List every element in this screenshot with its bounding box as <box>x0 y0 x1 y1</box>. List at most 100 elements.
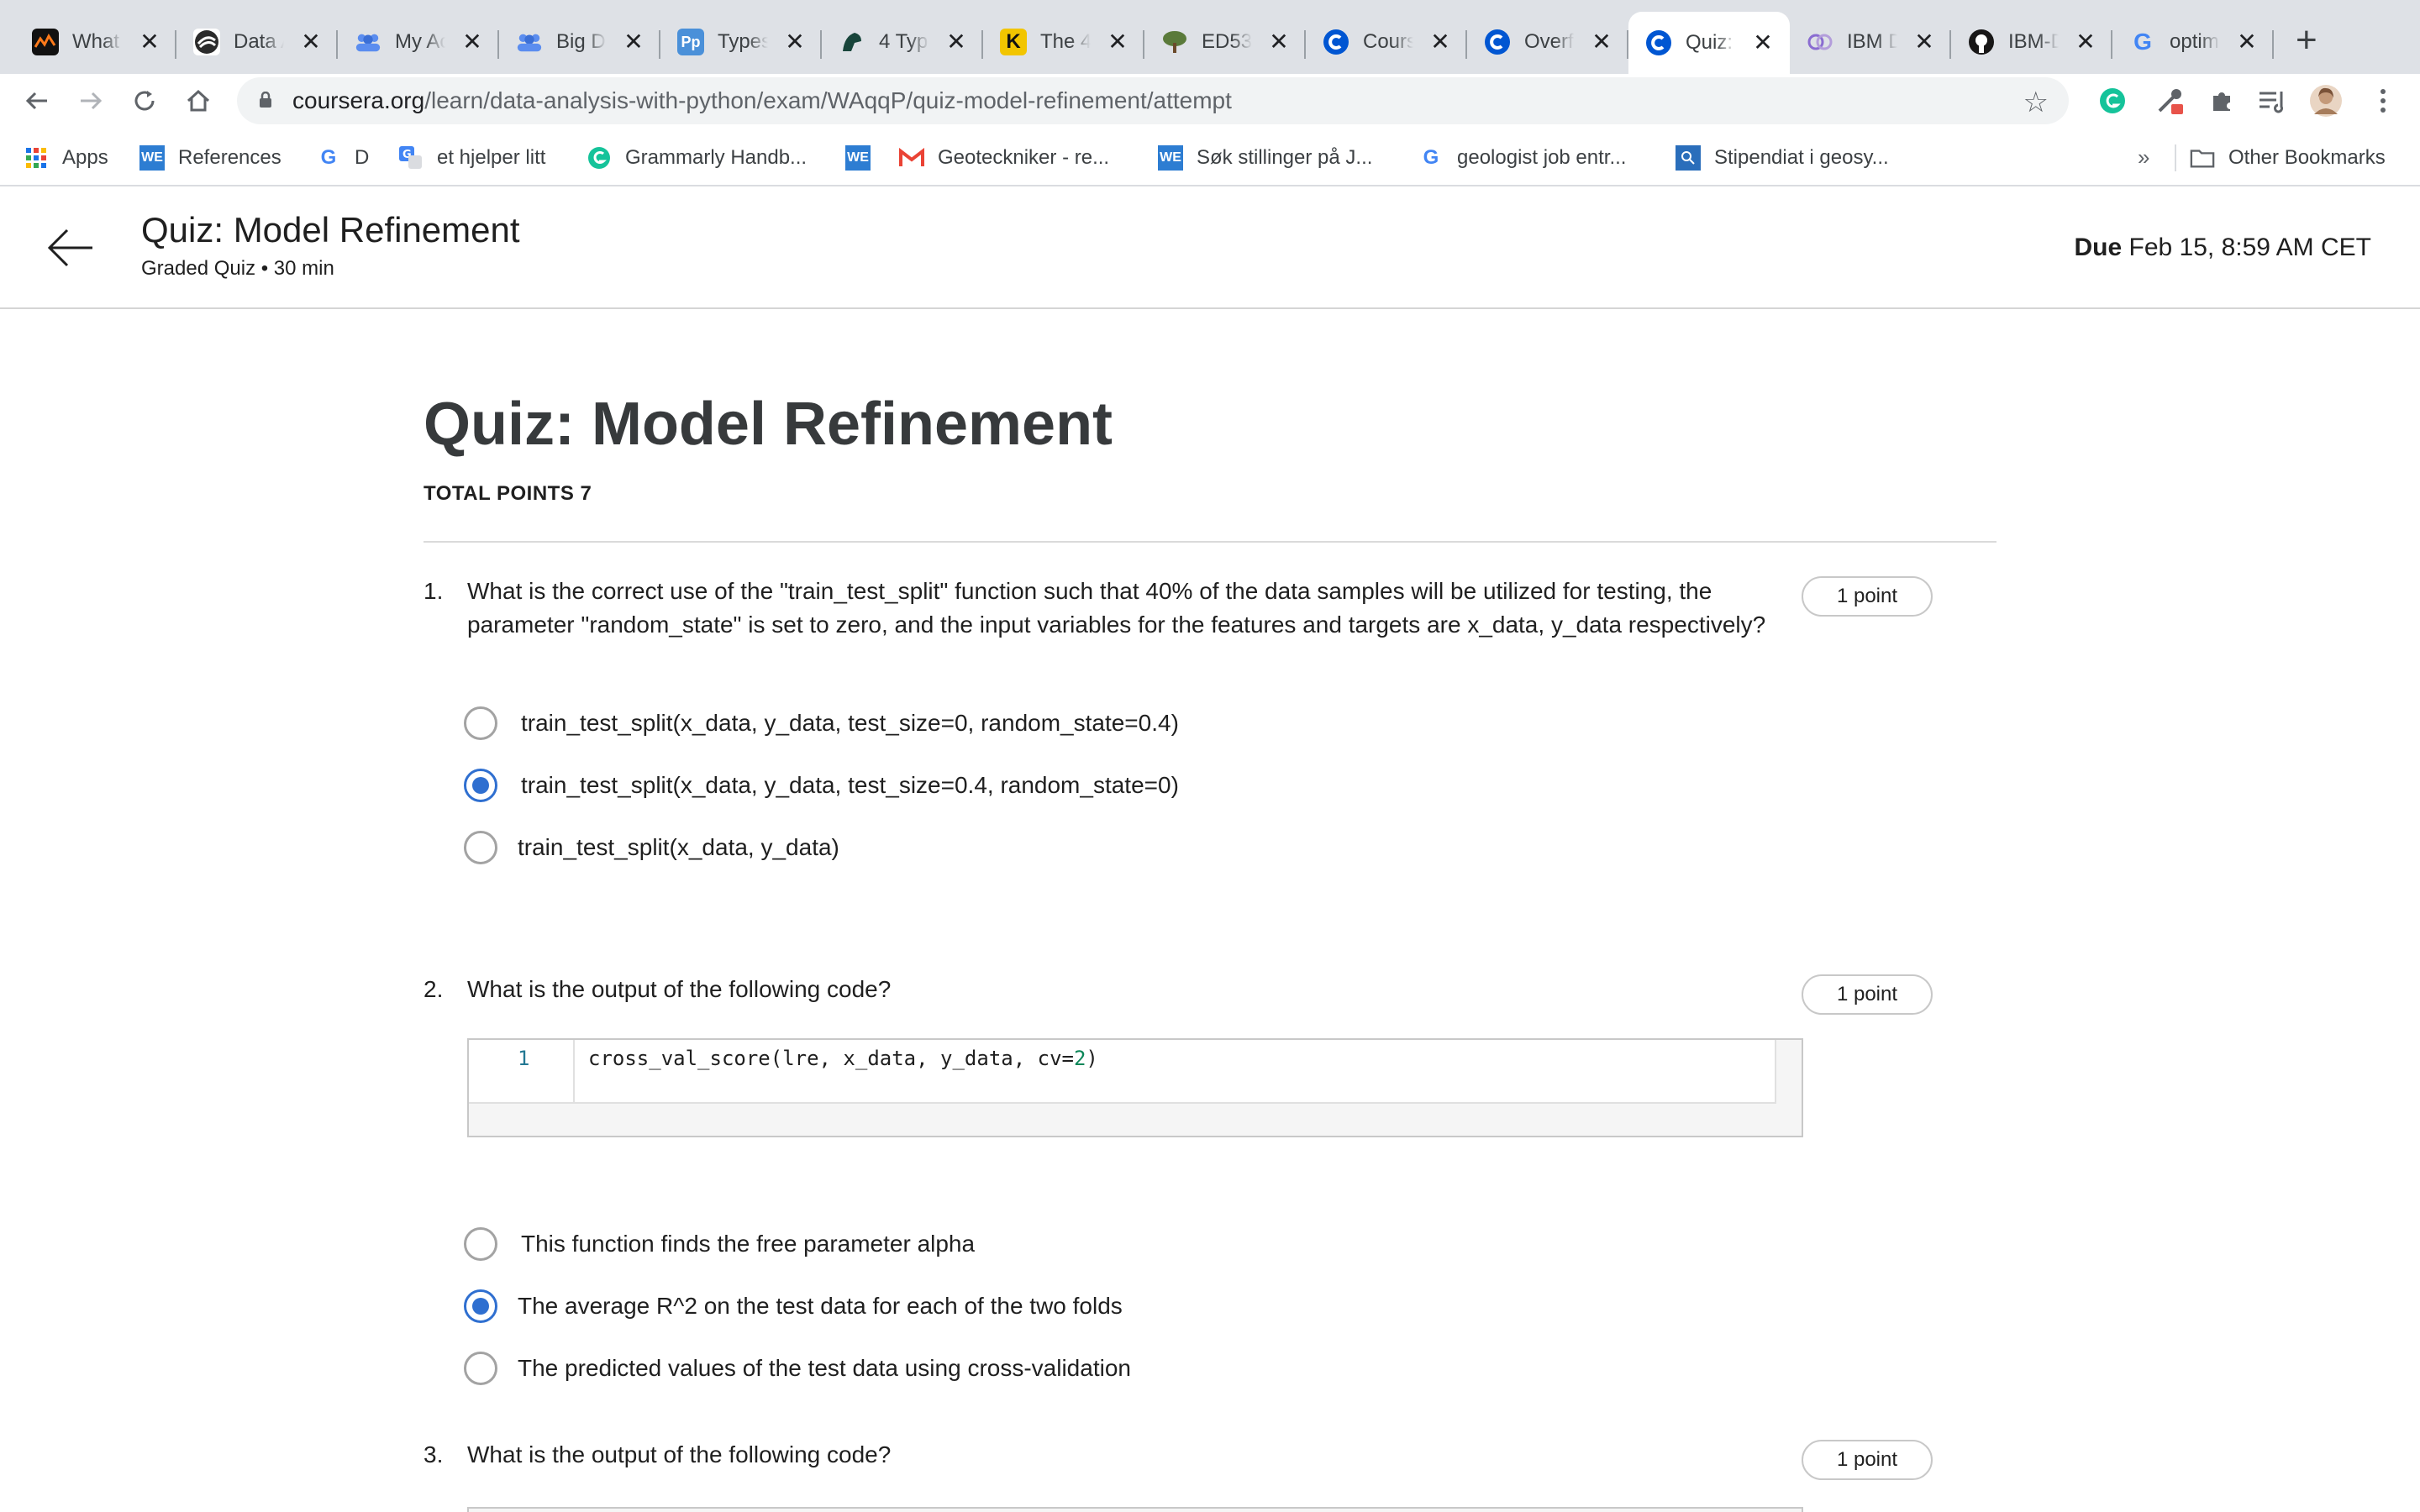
close-icon[interactable]: ✕ <box>783 30 807 54</box>
close-icon[interactable]: ✕ <box>138 30 161 54</box>
points-badge: 1 point <box>1802 974 1933 1015</box>
browser-tab[interactable]: Big Da ✕ <box>499 17 660 67</box>
close-icon[interactable]: ✕ <box>299 30 323 54</box>
radio-button[interactable] <box>464 831 497 864</box>
close-icon[interactable]: ✕ <box>1590 30 1613 54</box>
tab-title: Overf <box>1524 30 1574 53</box>
we-icon: WE <box>1158 145 1183 171</box>
bookmark-jobs[interactable]: WE Søk stillinger på J... <box>1158 141 1372 175</box>
reload-button[interactable] <box>124 81 165 121</box>
k-icon: K <box>1000 29 1027 55</box>
tab-title: 4 Typ <box>879 30 929 53</box>
close-icon[interactable]: ✕ <box>2074 30 2097 54</box>
tab-title: What <box>72 30 120 53</box>
browser-tab[interactable]: IBM-D ✕ <box>1951 17 2112 67</box>
coursera-icon <box>1645 29 1672 56</box>
other-bookmarks[interactable]: Other Bookmarks <box>2190 141 2386 175</box>
reading-list-icon[interactable] <box>2254 82 2291 119</box>
code-block <box>467 1507 1803 1512</box>
lock-icon <box>260 92 271 108</box>
answer-option[interactable]: The predicted values of the test data us… <box>464 1349 1131 1388</box>
close-icon[interactable]: ✕ <box>1267 30 1291 54</box>
kebab-menu-icon[interactable] <box>2365 82 2402 119</box>
answer-option[interactable]: train_test_split(x_data, y_data, test_si… <box>464 704 1179 743</box>
bookmark-references[interactable]: WE References <box>139 141 281 175</box>
close-icon[interactable]: ✕ <box>460 30 484 54</box>
bookmark-geologist[interactable]: G geologist job entr... <box>1418 141 1627 175</box>
bookmarks-overflow-button[interactable]: » <box>2138 144 2149 171</box>
github-icon <box>1968 29 1995 55</box>
close-icon[interactable]: ✕ <box>1106 30 1129 54</box>
star-icon[interactable]: ☆ <box>2023 86 2049 119</box>
browser-tab[interactable]: K The 4 ✕ <box>983 17 1144 67</box>
answer-option[interactable]: train_test_split(x_data, y_data) <box>464 828 839 867</box>
radio-button[interactable] <box>464 1352 497 1385</box>
bookmark-apps[interactable]: Apps <box>24 141 108 175</box>
header-title: Quiz: Model Refinement <box>141 210 520 249</box>
browser-tab[interactable]: Cours ✕ <box>1306 17 1467 67</box>
close-icon[interactable]: ✕ <box>1428 30 1452 54</box>
back-button[interactable] <box>17 81 57 121</box>
page-title: Quiz: Model Refinement <box>424 391 1113 458</box>
address-bar[interactable]: coursera.org/learn/data-analysis-with-py… <box>237 77 2069 124</box>
eyedropper-extension-icon[interactable] <box>2151 82 2188 119</box>
close-icon[interactable]: ✕ <box>1751 31 1775 55</box>
bookmark-stipendiat[interactable]: Stipendiat i geosy... <box>1676 141 1889 175</box>
close-icon[interactable]: ✕ <box>622 30 645 54</box>
translate-icon: G <box>398 145 424 171</box>
new-tab-button[interactable]: + <box>2296 22 2317 59</box>
close-icon[interactable]: ✕ <box>944 30 968 54</box>
bookmarks-bar: Apps WE References G D G et hjelper litt… <box>0 128 2420 186</box>
answer-option[interactable]: The average R^2 on the test data for eac… <box>464 1287 1123 1326</box>
back-arrow-icon[interactable] <box>42 218 101 277</box>
browser-tab[interactable]: Data A ✕ <box>176 17 338 67</box>
radio-button[interactable] <box>464 706 497 740</box>
coursera-icon <box>1323 29 1349 55</box>
bookmark-translate[interactable]: G et hjelper litt <box>398 141 545 175</box>
browser-tab[interactable]: My Ac ✕ <box>338 17 499 67</box>
radio-button[interactable] <box>464 1227 497 1261</box>
radio-button-selected[interactable] <box>464 769 497 802</box>
avatar[interactable] <box>2307 82 2344 119</box>
bookmark-grammarly[interactable]: Grammarly Handb... <box>587 141 807 175</box>
pp-icon: Pp <box>677 29 704 55</box>
url-text: coursera.org/learn/data-analysis-with-py… <box>292 87 1232 113</box>
browser-tab[interactable]: 4 Typ ✕ <box>822 17 983 67</box>
option-label: train_test_split(x_data, y_data, test_si… <box>521 772 1179 798</box>
tab-title: Quiz: <box>1686 31 1733 54</box>
browser-tab[interactable]: ED53 ✕ <box>1144 17 1306 67</box>
browser-tab[interactable]: What ✕ <box>15 17 176 67</box>
tab-title: Big Da <box>556 30 607 53</box>
question-text: What is the correct use of the "train_te… <box>467 578 1766 638</box>
tab-title: Cours <box>1363 30 1413 53</box>
question-number: 2. <box>424 976 444 1002</box>
close-icon[interactable]: ✕ <box>2235 30 2259 54</box>
google-icon: G <box>1423 146 1439 169</box>
browser-tab-active[interactable]: Quiz: ✕ <box>1628 12 1790 74</box>
answer-option[interactable]: This function finds the free parameter a… <box>464 1225 975 1263</box>
option-label: The predicted values of the test data us… <box>518 1355 1131 1381</box>
forward-button[interactable] <box>71 81 111 121</box>
forward-arrow-icon <box>81 92 103 110</box>
home-button[interactable] <box>178 81 218 121</box>
tab-title: Data A <box>234 30 284 53</box>
answer-option[interactable]: train_test_split(x_data, y_data, test_si… <box>464 766 1179 805</box>
bookmark-we[interactable]: WE <box>845 141 871 175</box>
bookmark-gmail[interactable]: Geoteckniker - re... <box>899 141 1109 175</box>
browser-tab[interactable]: Overf ✕ <box>1467 17 1628 67</box>
code-line: cross_val_score(lre, x_data, y_data, cv=… <box>588 1047 1098 1070</box>
browser-tab[interactable]: G optim ✕ <box>2112 17 2274 67</box>
coursera-icon <box>1484 29 1511 55</box>
browser-tab[interactable]: IBM D ✕ <box>1790 17 1951 67</box>
question-number: 3. <box>424 1441 444 1467</box>
close-icon[interactable]: ✕ <box>1912 30 1936 54</box>
puzzle-icon[interactable] <box>2203 82 2240 119</box>
radio-button-selected[interactable] <box>464 1289 497 1323</box>
browser-tab[interactable]: Pp Types ✕ <box>660 17 822 67</box>
points-badge: 1 point <box>1802 1440 1933 1480</box>
header-subtitle: Graded Quiz • 30 min <box>141 257 334 280</box>
back-arrow-icon <box>25 92 47 110</box>
grammarly-extension-icon[interactable] <box>2094 82 2131 119</box>
bookmark-d[interactable]: G D <box>316 141 370 175</box>
people-icon <box>516 29 543 55</box>
